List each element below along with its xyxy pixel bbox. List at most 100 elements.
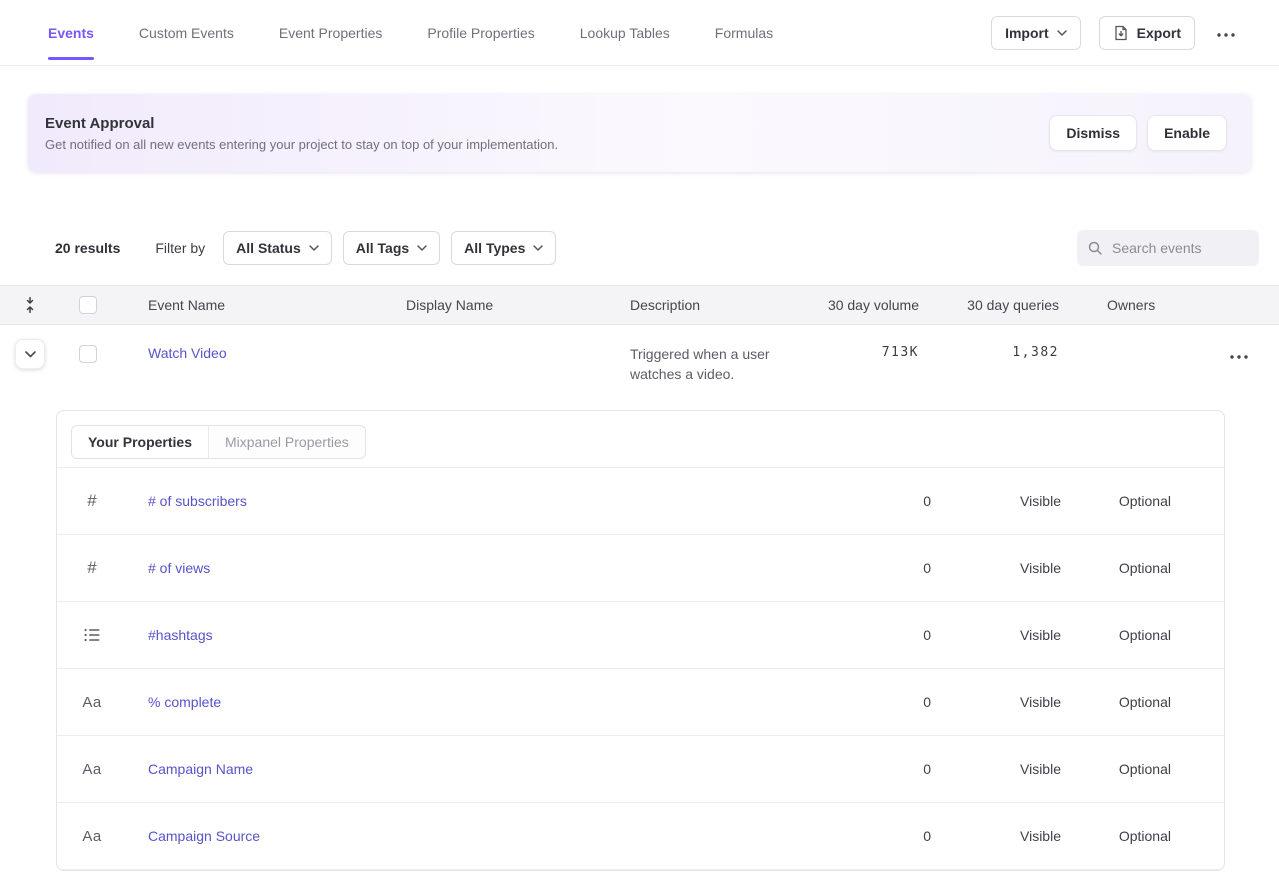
property-row: #hashtags 0 Visible Optional <box>57 602 1224 669</box>
property-visibility: Visible <box>931 627 1061 643</box>
property-count: 0 <box>831 560 931 576</box>
filter-dropdowns: All Status All Tags All Types <box>205 231 556 265</box>
property-type-icon: # <box>57 558 127 578</box>
property-name-link[interactable]: # of views <box>127 560 831 576</box>
chevron-down-icon <box>309 245 319 251</box>
results-count: 20 results <box>55 240 120 256</box>
property-type-icon: Aa <box>57 828 127 845</box>
collapse-all-cell <box>0 297 60 313</box>
property-row: # # of subscribers 0 Visible Optional <box>57 468 1224 535</box>
lexicon-tabs: Events Custom Events Event Properties Pr… <box>48 0 773 65</box>
filter-dropdown[interactable]: All Tags <box>343 231 440 265</box>
property-count: 0 <box>831 828 931 844</box>
property-count: 0 <box>831 694 931 710</box>
property-visibility: Visible <box>931 560 1061 576</box>
property-visibility: Visible <box>931 694 1061 710</box>
property-requirement: Optional <box>1061 761 1171 777</box>
collapse-row-button[interactable] <box>15 339 45 369</box>
event-row: Watch Video Triggered when a user watche… <box>0 325 1279 402</box>
event-30-day-queries: 1,382 <box>919 337 1059 360</box>
property-requirement: Optional <box>1061 560 1171 576</box>
event-properties-panel: Your Properties Mixpanel Properties # # … <box>56 410 1225 871</box>
search-input[interactable] <box>1112 240 1249 256</box>
property-type-icon: # <box>57 491 127 511</box>
property-count: 0 <box>831 627 931 643</box>
property-name-link[interactable]: Campaign Name <box>127 761 831 777</box>
row-menu-button[interactable] <box>1226 343 1252 366</box>
header-30-day-queries: 30 day queries <box>919 297 1059 313</box>
property-visibility: Visible <box>931 493 1061 509</box>
nav-tab[interactable]: Lookup Tables <box>580 0 670 65</box>
search-box[interactable] <box>1077 230 1259 266</box>
row-checkbox[interactable] <box>79 345 97 363</box>
property-name-link[interactable]: % complete <box>127 694 831 710</box>
event-approval-banner: Event Approval Get notified on all new e… <box>28 94 1251 172</box>
filter-by-label: Filter by <box>155 240 205 256</box>
header-display-name: Display Name <box>406 297 630 313</box>
export-button[interactable]: Export <box>1099 16 1195 50</box>
property-requirement: Optional <box>1061 493 1171 509</box>
property-row: Aa Campaign Source 0 Visible Optional <box>57 803 1224 870</box>
chevron-down-icon <box>417 245 427 251</box>
nav-tab[interactable]: Events <box>48 0 94 65</box>
expander-cell <box>0 337 60 369</box>
more-menu-button[interactable] <box>1213 21 1239 44</box>
collapse-all-icon[interactable] <box>24 297 36 313</box>
chevron-down-icon <box>1057 30 1067 36</box>
properties-list: # # of subscribers 0 Visible Optional # … <box>57 468 1224 870</box>
top-nav: Events Custom Events Event Properties Pr… <box>0 0 1279 66</box>
property-name-link[interactable]: Campaign Source <box>127 828 831 844</box>
properties-tabs-header: Your Properties Mixpanel Properties <box>57 411 1224 468</box>
nav-tab[interactable]: Custom Events <box>139 0 234 65</box>
properties-tab[interactable]: Mixpanel Properties <box>208 426 365 458</box>
select-all-cell <box>60 296 116 314</box>
filter-bar: 20 results Filter by All Status All Tags… <box>55 229 1259 267</box>
properties-tab[interactable]: Your Properties <box>72 426 208 458</box>
property-name-link[interactable]: # of subscribers <box>127 493 831 509</box>
property-row: # # of views 0 Visible Optional <box>57 535 1224 602</box>
chevron-down-icon <box>25 351 36 358</box>
filter-dropdown[interactable]: All Status <box>223 231 332 265</box>
property-visibility: Visible <box>931 761 1061 777</box>
property-count: 0 <box>831 761 931 777</box>
event-30-day-volume: 713K <box>799 337 919 360</box>
property-requirement: Optional <box>1061 828 1171 844</box>
property-requirement: Optional <box>1061 694 1171 710</box>
property-count: 0 <box>831 493 931 509</box>
properties-tab-group: Your Properties Mixpanel Properties <box>71 425 366 459</box>
property-type-icon: Aa <box>57 761 127 778</box>
select-all-checkbox[interactable] <box>79 296 97 314</box>
header-event-name: Event Name <box>116 297 406 313</box>
export-csv-icon <box>1113 25 1129 41</box>
property-type-icon <box>57 628 127 642</box>
filter-dropdown[interactable]: All Types <box>451 231 556 265</box>
nav-tab[interactable]: Event Properties <box>279 0 383 65</box>
row-select-cell <box>60 337 116 363</box>
event-name-link[interactable]: Watch Video <box>116 337 406 361</box>
events-table-header: Event Name Display Name Description 30 d… <box>0 285 1279 325</box>
property-visibility: Visible <box>931 828 1061 844</box>
property-row: Aa % complete 0 Visible Optional <box>57 669 1224 736</box>
nav-actions: Import Export <box>991 16 1239 50</box>
nav-tab[interactable]: Formulas <box>715 0 773 65</box>
row-menu-cell <box>1199 337 1279 366</box>
more-dots-icon <box>1217 25 1235 40</box>
search-icon <box>1087 240 1103 256</box>
chevron-down-icon <box>533 245 543 251</box>
dismiss-button[interactable]: Dismiss <box>1049 115 1137 151</box>
property-name-link[interactable]: #hashtags <box>127 627 831 643</box>
property-requirement: Optional <box>1061 627 1171 643</box>
header-description: Description <box>630 297 799 313</box>
banner-actions: Dismiss Enable <box>1049 115 1227 151</box>
property-row: Aa Campaign Name 0 Visible Optional <box>57 736 1224 803</box>
nav-tab[interactable]: Profile Properties <box>427 0 534 65</box>
banner-title: Event Approval <box>45 115 558 132</box>
banner-text: Event Approval Get notified on all new e… <box>45 115 558 152</box>
header-owners: Owners <box>1059 297 1199 313</box>
property-type-icon: Aa <box>57 694 127 711</box>
import-button[interactable]: Import <box>991 16 1081 50</box>
more-dots-icon <box>1230 347 1248 362</box>
banner-description: Get notified on all new events entering … <box>45 137 558 152</box>
enable-button[interactable]: Enable <box>1147 115 1227 151</box>
event-description: Triggered when a user watches a video. <box>630 337 799 384</box>
